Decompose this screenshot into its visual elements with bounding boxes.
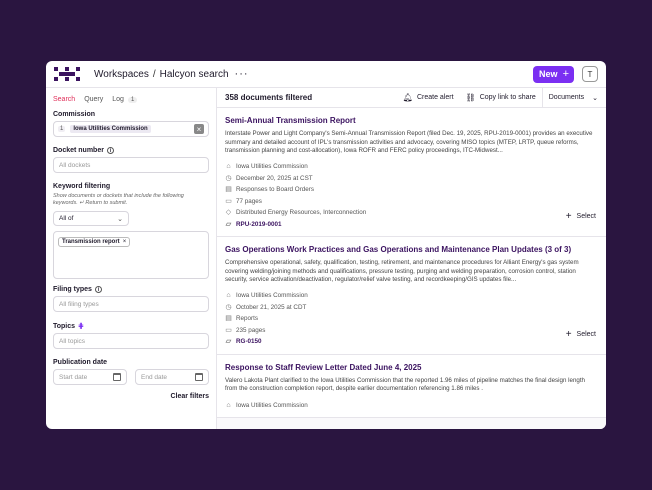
result-commission: ⌂ Iowa Utilities Commission bbox=[226, 292, 308, 300]
end-date-input[interactable]: End date bbox=[135, 369, 209, 385]
breadcrumb: Workspaces / Halcyon search ··· bbox=[94, 68, 249, 80]
plus-icon: + bbox=[562, 68, 569, 80]
plus-icon: + bbox=[565, 328, 572, 340]
chevron-down-icon: ⌄ bbox=[592, 94, 598, 102]
result-summary: Interstate Power and Light Company's Sem… bbox=[225, 130, 593, 154]
topics-icon: ⋕ bbox=[78, 323, 84, 330]
more-options-icon[interactable]: ··· bbox=[235, 68, 249, 80]
result-commission: ⌂ Iowa Utilities Commission bbox=[226, 401, 308, 409]
start-date-input[interactable]: Start date bbox=[53, 369, 127, 385]
topics-label: Topics ⋕ bbox=[53, 322, 84, 331]
link-icon: ⛓︎ bbox=[465, 93, 476, 102]
select-button[interactable]: + Select bbox=[566, 211, 596, 222]
clock-icon: ◷ bbox=[225, 174, 232, 182]
commission-chip: Iowa Utilities Commission bbox=[70, 125, 151, 133]
tab-search[interactable]: Search bbox=[53, 96, 75, 103]
tag-icon: ◇ bbox=[225, 209, 232, 217]
results-count: 358 documents filtered bbox=[225, 93, 313, 102]
docket-input[interactable]: All dockets bbox=[53, 157, 209, 173]
plus-icon: + bbox=[565, 211, 572, 222]
date-range: Start date End date bbox=[53, 369, 209, 385]
remove-keyword-icon[interactable]: × bbox=[123, 239, 127, 245]
building-icon: ⌂ bbox=[226, 163, 231, 171]
breadcrumb-project[interactable]: Halcyon search bbox=[160, 69, 229, 80]
keyword-input[interactable]: Transmission report × bbox=[53, 231, 209, 279]
result-docket[interactable]: ▱ RPU-2019-0001 bbox=[225, 219, 598, 231]
result-card[interactable]: Gas Operations Work Practices and Gas Op… bbox=[217, 237, 606, 355]
info-icon[interactable]: i bbox=[94, 286, 102, 293]
results-header: 358 documents filtered 🔔︎ Create alert ⛓︎… bbox=[217, 87, 606, 108]
docket-label: Docket number i bbox=[53, 147, 209, 154]
new-button-label: New bbox=[539, 69, 558, 79]
result-date: ◷ December 20, 2025 at CST bbox=[225, 174, 313, 182]
app-window: Workspaces / Halcyon search ··· New + T … bbox=[46, 61, 606, 429]
create-alert-button[interactable]: 🔔︎ Create alert bbox=[403, 93, 454, 102]
result-type: ▤ Responses to Board Orders bbox=[225, 186, 315, 194]
chevron-down-icon: ⌄ bbox=[117, 215, 123, 223]
keyword-mode-select[interactable]: All of ⌄ bbox=[53, 211, 129, 226]
building-icon: ⌂ bbox=[226, 401, 231, 409]
clear-commission-icon[interactable]: × bbox=[194, 124, 204, 134]
bell-icon: 🔔︎ bbox=[402, 93, 413, 102]
app-logo-icon[interactable] bbox=[54, 67, 80, 81]
tab-log[interactable]: Log bbox=[112, 96, 124, 103]
avatar[interactable]: T bbox=[582, 66, 598, 82]
result-card[interactable]: Semi-Annual Transmission Report Intersta… bbox=[217, 108, 606, 237]
document-icon: ▤ bbox=[225, 186, 232, 194]
result-pages: ▭ 235 pages bbox=[225, 326, 266, 334]
commission-count: 1 bbox=[58, 126, 66, 132]
book-icon: ▭ bbox=[225, 197, 232, 205]
tab-query[interactable]: Query bbox=[84, 96, 103, 103]
keyword-label: Keyword filtering bbox=[53, 183, 111, 190]
new-button[interactable]: New + bbox=[533, 65, 574, 83]
commission-field[interactable]: 1 Iowa Utilities Commission × bbox=[53, 121, 209, 137]
book-icon: ▭ bbox=[225, 326, 232, 334]
select-button[interactable]: + Select bbox=[566, 329, 596, 340]
folder-icon: ▱ bbox=[225, 338, 232, 346]
info-icon[interactable]: i bbox=[106, 147, 114, 154]
result-summary: Valero Lakota Plant clarified to the Iow… bbox=[225, 376, 585, 393]
result-docket[interactable]: ▱ RG-0150 bbox=[225, 336, 598, 348]
publication-date-label: Publication date bbox=[53, 359, 108, 366]
results-panel: 358 documents filtered 🔔︎ Create alert ⛓︎… bbox=[217, 87, 606, 429]
filing-types-input[interactable]: All filing types bbox=[53, 296, 209, 312]
result-pages: ▭ 77 pages bbox=[225, 197, 262, 205]
result-commission: ⌂ Iowa Utilities Commission bbox=[226, 163, 308, 171]
keyword-chip: Transmission report × bbox=[58, 237, 131, 247]
calendar-icon[interactable] bbox=[113, 373, 121, 381]
top-bar: Workspaces / Halcyon search ··· New + T bbox=[46, 61, 606, 88]
folder-icon: ▱ bbox=[225, 220, 232, 228]
result-title[interactable]: Semi-Annual Transmission Report bbox=[225, 116, 598, 125]
keyword-help: Show documents or dockets that include t… bbox=[53, 193, 184, 206]
result-summary: Comprehensive operational, safety, quali… bbox=[225, 259, 579, 283]
result-title[interactable]: Response to Staff Review Letter Dated Ju… bbox=[225, 363, 598, 372]
filing-types-label: Filing types i bbox=[53, 286, 209, 293]
filter-sidebar: Search Query Log 1 Commission 1 Iowa Uti… bbox=[46, 88, 217, 429]
topics-input[interactable]: All topics bbox=[53, 333, 209, 349]
commission-label: Commission bbox=[53, 111, 96, 118]
result-topics: ◇ Distributed Energy Resources, Interconn… bbox=[225, 209, 367, 217]
building-icon: ⌂ bbox=[226, 292, 231, 300]
calendar-icon[interactable] bbox=[195, 373, 203, 381]
copy-link-button[interactable]: ⛓︎ Copy link to share bbox=[466, 93, 536, 102]
result-title[interactable]: Gas Operations Work Practices and Gas Op… bbox=[225, 245, 598, 254]
document-icon: ▤ bbox=[225, 315, 232, 323]
breadcrumb-separator: / bbox=[152, 68, 156, 80]
log-count-badge: 1 bbox=[127, 96, 138, 103]
clock-icon: ◷ bbox=[225, 303, 232, 311]
sidebar-tabs: Search Query Log 1 bbox=[53, 96, 209, 103]
documents-dropdown[interactable]: Documents ⌄ bbox=[541, 87, 598, 108]
result-date: ◷ October 21, 2025 at CDT bbox=[225, 303, 307, 311]
result-card[interactable]: Response to Staff Review Letter Dated Ju… bbox=[217, 354, 606, 418]
breadcrumb-workspaces[interactable]: Workspaces bbox=[94, 69, 149, 80]
clear-filters-button[interactable]: Clear filters bbox=[53, 393, 209, 400]
result-type: ▤ Reports bbox=[225, 315, 259, 323]
